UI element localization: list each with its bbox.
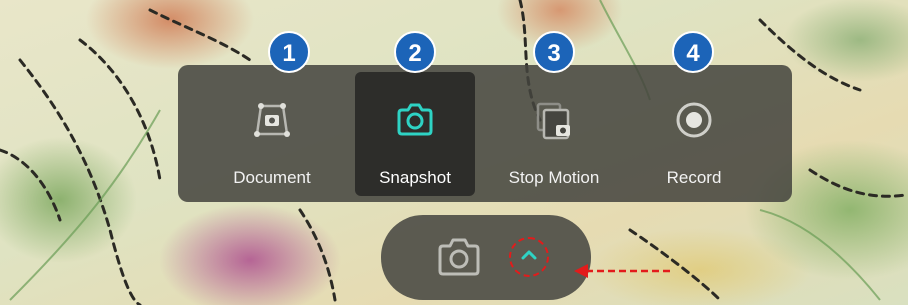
stop-motion-icon <box>536 102 570 140</box>
callout-badge-1: 1 <box>268 31 310 73</box>
chevron-up-icon <box>521 250 537 260</box>
capture-control-bar <box>381 215 591 300</box>
mode-label: Stop Motion <box>508 168 600 187</box>
mode-stop-motion-button[interactable]: Stop Motion <box>494 72 614 196</box>
record-icon <box>676 102 712 138</box>
mode-label: Snapshot <box>379 168 451 187</box>
callout-badge-2: 2 <box>394 31 436 73</box>
capture-button[interactable] <box>436 235 482 279</box>
callout-arrow-icon <box>574 264 670 278</box>
camera-icon <box>397 103 433 136</box>
capture-mode-panel: Document Snapshot Stop Motion Record <box>178 65 792 202</box>
mode-snapshot-button[interactable]: Snapshot <box>355 72 475 196</box>
expand-modes-button[interactable] <box>509 237 549 277</box>
mode-label: Document <box>233 168 311 187</box>
mode-document-button[interactable]: Document <box>212 72 332 196</box>
mode-label: Record <box>666 168 722 187</box>
document-scan-icon <box>254 103 290 137</box>
mode-record-button[interactable]: Record <box>634 72 754 196</box>
callout-badge-3: 3 <box>533 31 575 73</box>
callout-badge-4: 4 <box>672 31 714 73</box>
